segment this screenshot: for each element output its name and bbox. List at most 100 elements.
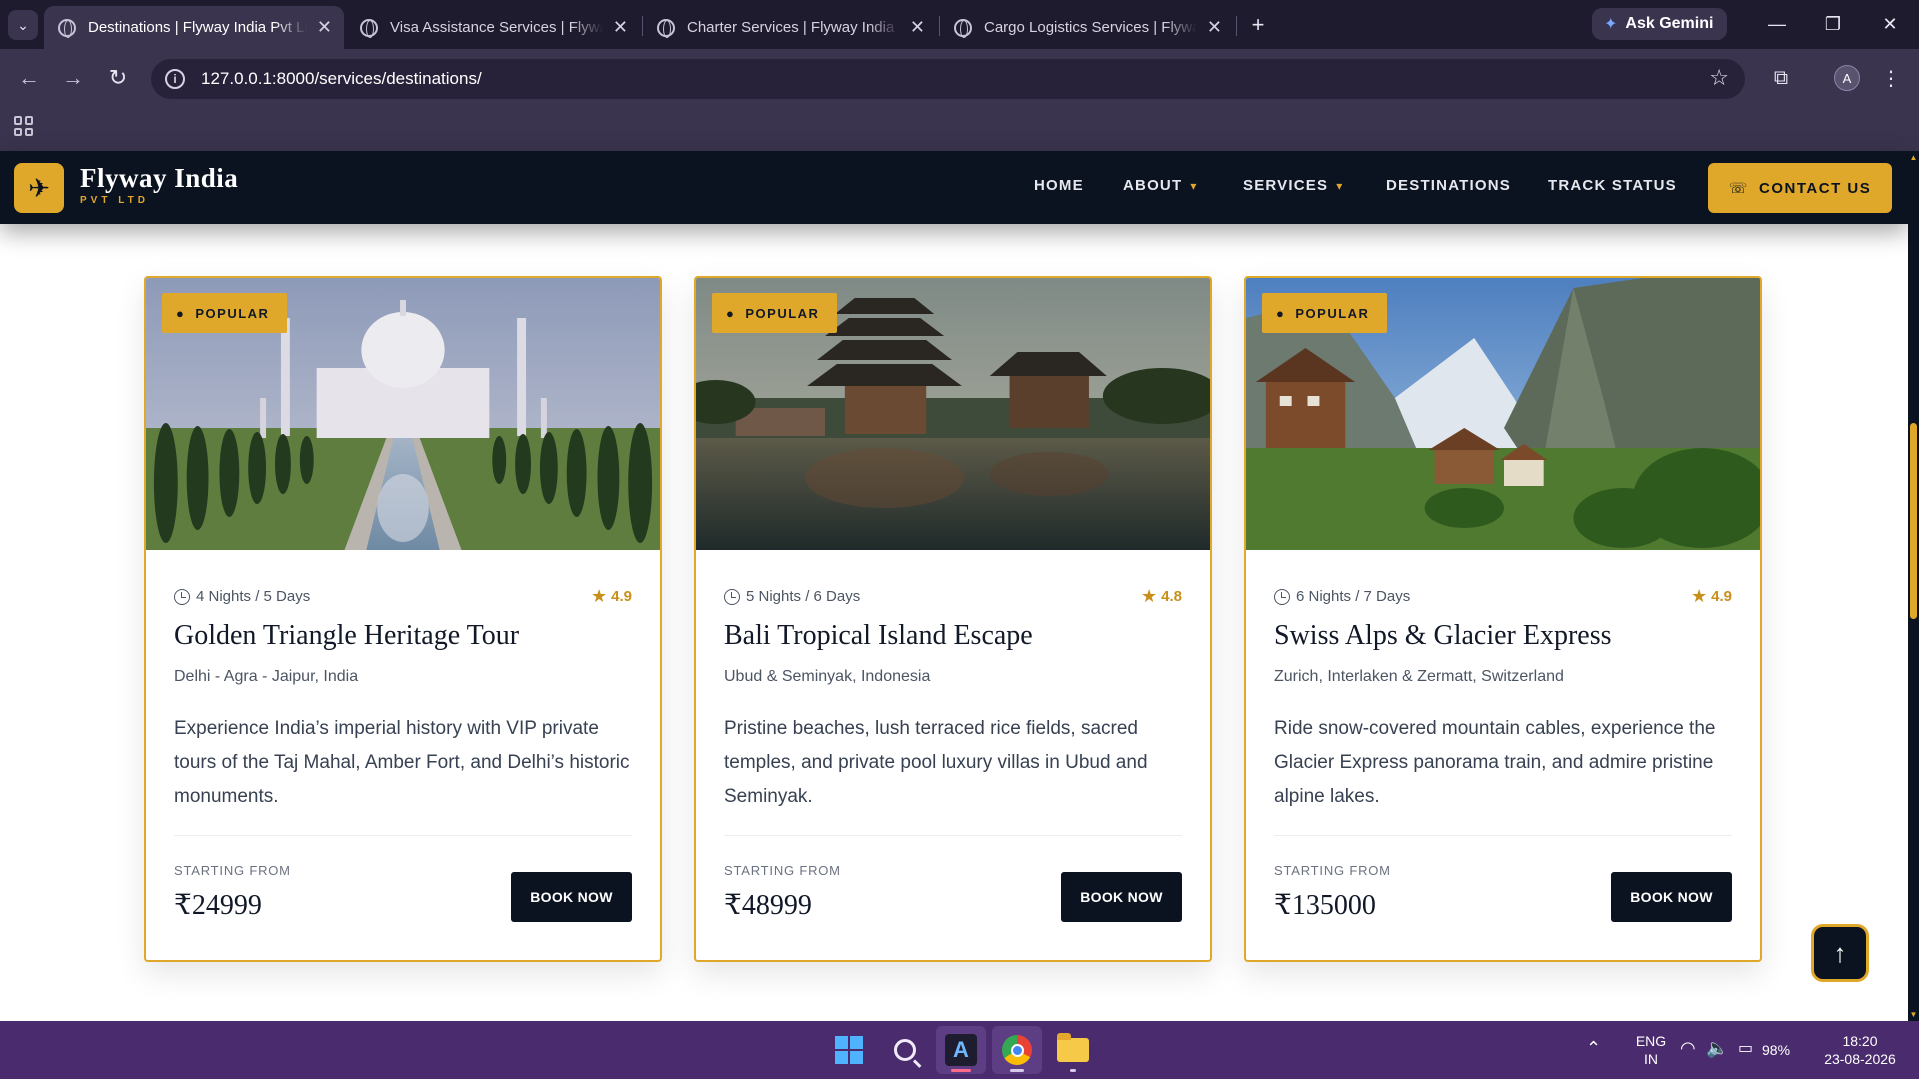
- close-icon[interactable]: ✕: [910, 17, 925, 38]
- destination-card-golden-triangle[interactable]: ● POPULAR 4 Nights / 5 Days ★ 4.9 Golden …: [144, 276, 662, 962]
- restore-button[interactable]: ❐: [1813, 8, 1853, 40]
- card-description: Ride snow-covered mountain cables, exper…: [1274, 718, 1716, 807]
- back-button[interactable]: ←: [12, 61, 46, 95]
- battery-icon[interactable]: ▭: [1738, 1038, 1753, 1058]
- running-indicator: [951, 1069, 971, 1072]
- nav-services[interactable]: SERVICES ▾: [1243, 177, 1343, 194]
- minimize-button[interactable]: —: [1757, 8, 1797, 40]
- scroll-down-arrow-icon[interactable]: ▼: [1908, 1010, 1919, 1019]
- tab-title: Charter Services | Flyway India Pvt Ltd: [687, 19, 900, 36]
- close-icon[interactable]: ✕: [1207, 17, 1222, 38]
- card-meta: 6 Nights / 7 Days ★ 4.9: [1274, 586, 1732, 607]
- clock[interactable]: 18:20 23-08-2026: [1810, 1032, 1910, 1068]
- contact-us-button[interactable]: ☏ CONTACT US: [1708, 163, 1892, 213]
- book-now-button[interactable]: BOOK NOW: [1061, 872, 1182, 922]
- rating: ★ 4.8: [1141, 586, 1182, 607]
- card-title: Golden Triangle Heritage Tour: [174, 620, 520, 651]
- taskbar-search-button[interactable]: [880, 1026, 930, 1074]
- clock-icon: [1274, 588, 1290, 605]
- scroll-to-top-button[interactable]: ↑: [1811, 924, 1869, 982]
- volume-icon[interactable]: 🔈: [1706, 1038, 1728, 1059]
- language-indicator[interactable]: ENG IN: [1628, 1032, 1674, 1068]
- arrow-right-icon: →: [62, 65, 84, 90]
- profile-avatar[interactable]: A: [1834, 65, 1860, 91]
- card-location: Ubud & Seminyak, Indonesia: [724, 668, 931, 685]
- region-code: IN: [1644, 1051, 1658, 1067]
- globe-icon: [657, 18, 675, 38]
- globe-icon: [58, 18, 76, 38]
- popular-badge-label: POPULAR: [195, 305, 270, 321]
- book-now-button[interactable]: BOOK NOW: [511, 872, 632, 922]
- apps-grid-icon[interactable]: [14, 116, 34, 136]
- card-description: Pristine beaches, lush terraced rice fie…: [724, 718, 1148, 807]
- page-scrollbar[interactable]: ▲ ▼: [1908, 151, 1919, 1021]
- nav-destinations[interactable]: DESTINATIONS: [1386, 177, 1511, 194]
- wifi-icon[interactable]: ◠: [1680, 1038, 1696, 1059]
- card-divider: [1274, 835, 1732, 836]
- minimize-icon: —: [1768, 13, 1786, 34]
- nav-about-label: ABOUT: [1123, 177, 1183, 194]
- close-window-button[interactable]: ✕: [1870, 8, 1910, 40]
- tab-destinations[interactable]: Destinations | Flyway India Pvt Ltd ✕: [44, 6, 344, 49]
- tab-separator: [1236, 16, 1237, 36]
- popular-badge: ● POPULAR: [712, 293, 838, 333]
- browser-menu-button[interactable]: ⋮: [1874, 61, 1908, 95]
- book-now-button[interactable]: BOOK NOW: [1611, 872, 1732, 922]
- chevron-down-icon: ▾: [1336, 178, 1344, 193]
- destination-card-bali[interactable]: ● POPULAR 5 Nights / 6 Days ★ 4.8 Bali Tr…: [694, 276, 1212, 962]
- extensions-button[interactable]: ⧉: [1764, 61, 1798, 95]
- nav-track-status[interactable]: TRACK STATUS: [1548, 177, 1677, 194]
- tab-visa-assistance[interactable]: Visa Assistance Services | Flyway India …: [346, 6, 640, 49]
- plus-icon: +: [1251, 12, 1265, 37]
- duration-label: 6 Nights / 7 Days: [1296, 588, 1411, 605]
- scrollbar-thumb[interactable]: [1910, 423, 1917, 619]
- os-taskbar: A ⌃ ENG IN ◠ 🔈 ▭ 98% 18:20 23-08-2026: [0, 1021, 1919, 1079]
- duration: 6 Nights / 7 Days: [1274, 588, 1410, 605]
- brand-subtitle: PVT LTD: [80, 195, 149, 206]
- clock-icon: [724, 588, 740, 605]
- globe-icon: [360, 18, 378, 38]
- site-info-icon[interactable]: i: [165, 69, 185, 89]
- taskbar-app-file-explorer[interactable]: [1048, 1026, 1098, 1074]
- reload-button[interactable]: ↻: [101, 61, 135, 95]
- new-tab-button[interactable]: +: [1243, 10, 1273, 40]
- running-indicator: [1070, 1069, 1076, 1072]
- tab-charter-services[interactable]: Charter Services | Flyway India Pvt Ltd …: [643, 6, 937, 49]
- address-bar[interactable]: i 127.0.0.1:8000/services/destinations/ …: [151, 59, 1745, 99]
- tab-title: Destinations | Flyway India Pvt Ltd: [88, 19, 307, 36]
- url-text[interactable]: 127.0.0.1:8000/services/destinations/: [201, 69, 482, 89]
- brand-name[interactable]: Flyway India: [80, 163, 238, 194]
- kebab-menu-icon: ⋮: [1881, 67, 1901, 90]
- restore-icon: ❐: [1824, 13, 1842, 34]
- card-divider: [174, 835, 632, 836]
- forward-button[interactable]: →: [56, 61, 90, 95]
- taskbar-app-chrome[interactable]: [992, 1026, 1042, 1074]
- popular-badge: ● POPULAR: [1262, 293, 1388, 333]
- clock-date: 23-08-2026: [1824, 1051, 1896, 1067]
- rating: ★ 4.9: [591, 586, 632, 607]
- starting-from-label: STARTING FROM: [174, 863, 291, 878]
- destination-card-swiss-alps[interactable]: ● POPULAR 6 Nights / 7 Days ★ 4.9 Swiss A…: [1244, 276, 1762, 962]
- running-indicator: [1010, 1069, 1024, 1072]
- rating: ★ 4.9: [1691, 586, 1732, 607]
- popular-badge-label: POPULAR: [745, 305, 820, 321]
- fire-icon: ●: [726, 305, 736, 321]
- nav-destinations-label: DESTINATIONS: [1386, 177, 1511, 194]
- browser-tab-bar: ⌄ Destinations | Flyway India Pvt Ltd ✕ …: [0, 0, 1919, 49]
- folder-icon: [1057, 1033, 1089, 1062]
- airplane-icon: ✈: [28, 172, 50, 203]
- tab-cargo-logistics[interactable]: Cargo Logistics Services | Flyway India …: [940, 6, 1234, 49]
- ask-gemini-button[interactable]: ✦ Ask Gemini: [1592, 8, 1728, 40]
- close-icon[interactable]: ✕: [317, 17, 332, 38]
- nav-home[interactable]: HOME: [1034, 177, 1084, 194]
- clock-time: 18:20: [1842, 1033, 1878, 1049]
- scroll-up-arrow-icon[interactable]: ▲: [1908, 153, 1919, 162]
- bookmark-star-icon[interactable]: ☆: [1709, 65, 1729, 91]
- tab-search-button[interactable]: ⌄: [8, 10, 38, 40]
- start-button[interactable]: [824, 1026, 874, 1074]
- taskbar-app-editor[interactable]: A: [936, 1026, 986, 1074]
- nav-about[interactable]: ABOUT ▾: [1123, 177, 1198, 194]
- logo-badge[interactable]: ✈: [14, 163, 64, 213]
- chevron-up-icon[interactable]: ⌃: [1586, 1038, 1601, 1059]
- close-icon[interactable]: ✕: [613, 17, 628, 38]
